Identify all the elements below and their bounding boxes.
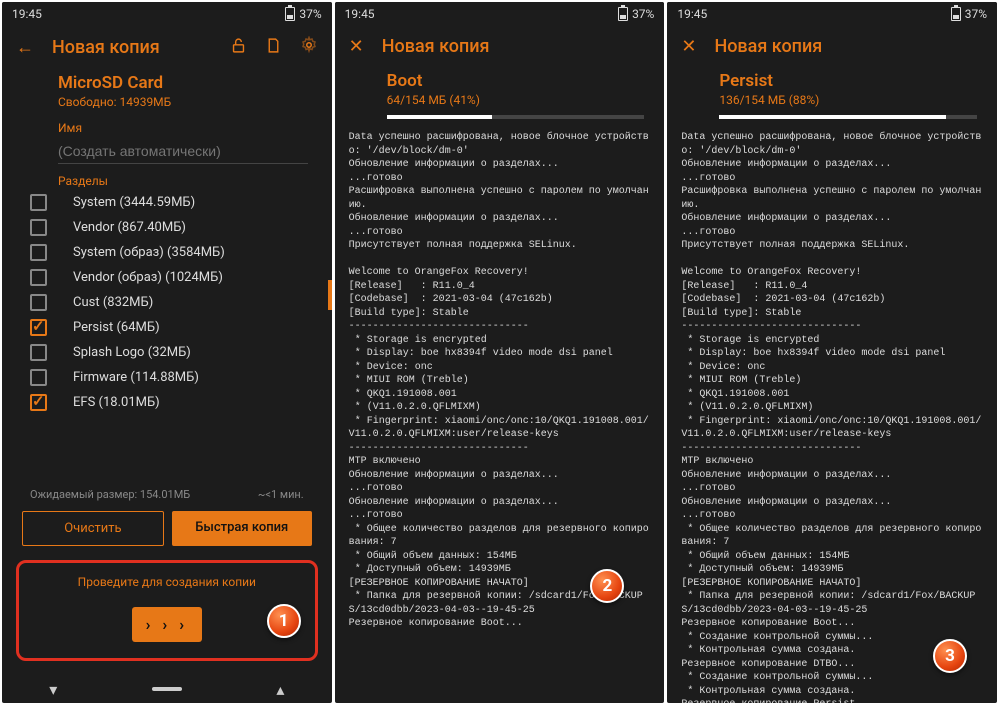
- expected-size: Ожидаемый размер: 154.01МБ: [30, 488, 190, 501]
- battery-pct: 37%: [299, 7, 321, 21]
- battery-pct: 37%: [632, 7, 654, 21]
- partitions-list[interactable]: System (3444.59МБ) Vendor (867.40МБ) Syste…: [2, 190, 332, 484]
- terminal-log[interactable]: Data успешно расшифрована, новое блочное…: [335, 125, 665, 703]
- battery-icon: [618, 7, 628, 21]
- scroll-indicator[interactable]: [328, 280, 332, 310]
- partition-checkbox[interactable]: [30, 319, 47, 336]
- status-bar: 19:45 37%: [667, 2, 997, 26]
- nav-recent-icon[interactable]: ▾: [49, 680, 57, 699]
- backup-name-input[interactable]: [58, 139, 308, 164]
- phone-3-persist-progress: 19:45 37% ✕ Новая копия Persist 136/154 …: [667, 2, 997, 703]
- partition-row[interactable]: Splash Logo (32МБ): [2, 340, 332, 365]
- storage-free: Свободно: 14939МБ: [58, 95, 308, 109]
- partition-checkbox[interactable]: [30, 194, 47, 211]
- partition-label: Vendor (образ) (1024МБ): [57, 270, 223, 285]
- partition-label: Splash Logo (32МБ): [57, 345, 191, 360]
- partitions-label: Разделы: [2, 164, 332, 190]
- partition-row[interactable]: Cust (832МБ): [2, 290, 332, 315]
- progress-fill: [719, 115, 946, 119]
- page-title: Новая копия: [382, 36, 490, 57]
- partition-row[interactable]: Vendor (867.40МБ): [2, 215, 332, 240]
- battery-pct: 37%: [965, 7, 987, 21]
- partition-label: EFS (18.01МБ): [57, 395, 160, 410]
- status-time: 19:45: [345, 7, 375, 21]
- phone-1-backup-setup: 19:45 37% ← Новая копия MicroSD Card Сво…: [2, 2, 332, 703]
- close-icon[interactable]: ✕: [349, 36, 364, 57]
- storage-info[interactable]: MicroSD Card Свободно: 14939МБ: [2, 69, 332, 111]
- partition-checkbox[interactable]: [30, 344, 47, 361]
- partition-checkbox[interactable]: [30, 219, 47, 236]
- partition-label: Persist (64МБ): [57, 320, 160, 335]
- partition-label: Firmware (114.88МБ): [57, 370, 199, 385]
- phone-2-boot-progress: 19:45 37% ✕ Новая копия Boot 64/154 МБ (…: [335, 2, 665, 703]
- progress-text: 136/154 МБ (88%): [719, 93, 977, 107]
- back-arrow-icon[interactable]: ←: [16, 37, 34, 58]
- lock-icon[interactable]: [230, 37, 247, 59]
- progress-section: Persist 136/154 МБ (88%): [667, 67, 997, 125]
- progress-section: Boot 64/154 МБ (41%): [335, 67, 665, 125]
- annotation-badge-3: 3: [933, 639, 967, 673]
- clear-button[interactable]: Очистить: [22, 511, 164, 546]
- partition-row[interactable]: EFS (18.01МБ): [2, 390, 332, 415]
- progress-bar: [387, 115, 645, 119]
- partition-checkbox[interactable]: [30, 269, 47, 286]
- app-header: ✕ Новая копия: [335, 26, 665, 67]
- status-time: 19:45: [677, 7, 707, 21]
- nav-home-icon[interactable]: [152, 687, 182, 691]
- nav-back-icon[interactable]: ▴: [276, 680, 284, 699]
- close-icon[interactable]: ✕: [681, 36, 696, 57]
- partition-checkbox[interactable]: [30, 244, 47, 261]
- app-header: ← Новая копия: [2, 26, 332, 69]
- sdcard-icon[interactable]: [265, 37, 282, 59]
- status-bar: 19:45 37%: [2, 2, 332, 26]
- app-header: ✕ Новая копия: [667, 26, 997, 67]
- partition-label: System (3444.59МБ): [57, 195, 195, 210]
- progress-fill: [387, 115, 493, 119]
- swipe-handle[interactable]: › › ›: [132, 607, 202, 642]
- partition-row[interactable]: Persist (64МБ): [2, 315, 332, 340]
- partition-label: Cust (832МБ): [57, 295, 153, 310]
- battery-icon: [951, 7, 961, 21]
- page-title: Новая копия: [714, 36, 822, 57]
- name-label: Имя: [58, 121, 308, 135]
- gear-icon[interactable]: [300, 36, 318, 59]
- progress-text: 64/154 МБ (41%): [387, 93, 645, 107]
- terminal-log[interactable]: Data успешно расшифрована, новое блочное…: [667, 125, 997, 703]
- partition-label: Vendor (867.40МБ): [57, 220, 186, 235]
- partition-row[interactable]: System (3444.59МБ): [2, 190, 332, 215]
- partition-label: System (образ) (3584МБ): [57, 245, 225, 260]
- storage-title: MicroSD Card: [58, 73, 308, 93]
- swipe-label: Проведите для создания копии: [29, 575, 305, 589]
- status-bar: 19:45 37%: [335, 2, 665, 26]
- page-title: Новая копия: [52, 37, 160, 58]
- nav-bar: ▾ ▴: [2, 675, 332, 703]
- partition-checkbox[interactable]: [30, 369, 47, 386]
- expected-time: ~<1 мин.: [258, 488, 304, 501]
- progress-bar: [719, 115, 977, 119]
- partition-name: Boot: [387, 71, 645, 91]
- battery-icon: [285, 7, 295, 21]
- partition-row[interactable]: Firmware (114.88МБ): [2, 365, 332, 390]
- annotation-badge-1: 1: [267, 604, 301, 638]
- swipe-to-backup-zone: Проведите для создания копии › › › 1: [16, 560, 318, 661]
- partition-row[interactable]: System (образ) (3584МБ): [2, 240, 332, 265]
- partition-row[interactable]: Vendor (образ) (1024МБ): [2, 265, 332, 290]
- fast-copy-button[interactable]: Быстрая копия: [172, 511, 312, 546]
- partition-name: Persist: [719, 71, 977, 91]
- partition-checkbox[interactable]: [30, 294, 47, 311]
- partition-checkbox[interactable]: [30, 394, 47, 411]
- status-time: 19:45: [12, 7, 42, 21]
